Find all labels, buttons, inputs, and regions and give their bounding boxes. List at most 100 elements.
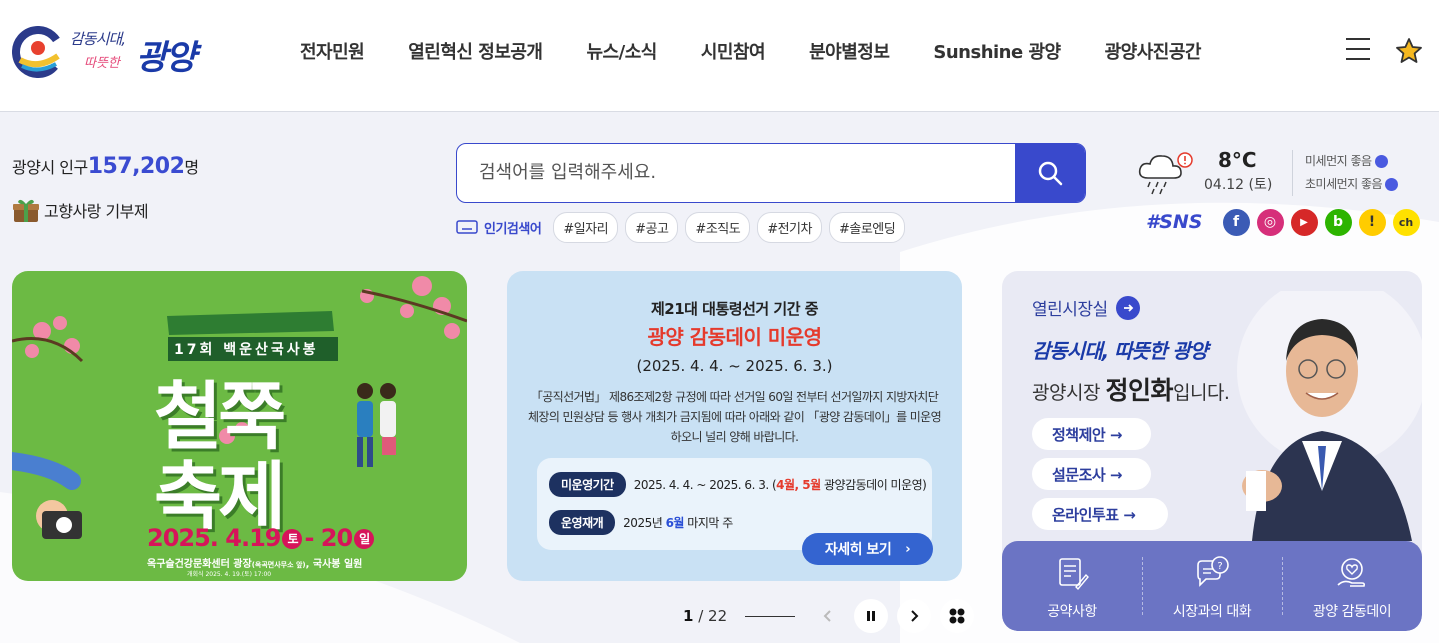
view-all-slides-button[interactable] <box>940 599 975 633</box>
search-box <box>456 143 1086 203</box>
heart-hand-icon <box>1337 558 1366 587</box>
smile-icon <box>1374 155 1388 168</box>
pledge-menu-label: 공약사항 <box>1047 604 1097 620</box>
notice-title-2: 광양 감동데이 미운영 <box>647 325 822 349</box>
svg-text:?: ? <box>1217 561 1222 572</box>
logo-city-name: 광양 <box>136 38 197 78</box>
nav-item-news[interactable]: 뉴스/소식 <box>565 38 679 68</box>
population-display: 광양시 인구157,202명 <box>12 154 199 179</box>
logo-slogan-1: 감동시대, <box>70 30 126 48</box>
chevron-right-icon <box>911 610 919 622</box>
instagram-icon[interactable]: ◎ <box>1256 208 1284 236</box>
population-unit: 명 <box>184 158 199 177</box>
festival-date-end: - 20 <box>304 524 353 552</box>
gift-box-icon <box>13 199 39 222</box>
festival-banner[interactable]: 17회 백운산국사봉 철쭉 축제 2025. 4.19 토 - 20 일 옥구슬건강문… <box>12 271 467 581</box>
notice-period-text: 2025. 4. 4. ~ 2025. 6. 3. (4월, 5월 광양감동데이… <box>633 477 927 492</box>
chevron-right-icon: › <box>905 541 911 557</box>
online-vote-button[interactable]: 온라인투표 → <box>1032 498 1168 530</box>
prev-slide-button[interactable] <box>811 599 845 633</box>
logo-mark-icon <box>12 26 64 78</box>
document-pen-icon <box>1059 558 1089 591</box>
mayor-photo <box>1237 291 1422 541</box>
slide-pager: 1 / 22 <box>683 598 983 634</box>
detail-button-label: 자세히 보기 <box>824 542 892 558</box>
festival-date: 2025. 4.19 토 - 20 일 <box>147 524 375 552</box>
blog-icon[interactable]: b <box>1324 208 1352 236</box>
kakaostory-icon[interactable]: ! <box>1358 208 1386 236</box>
smile-icon <box>1385 178 1399 191</box>
hamburger-icon[interactable] <box>1346 38 1370 62</box>
survey-button[interactable]: 설문조사 → <box>1032 458 1151 490</box>
mayor-dialogue-menu-item[interactable]: ? 시장과의 대화 <box>1142 541 1282 631</box>
policy-proposal-button[interactable]: 정책제안 → <box>1032 418 1151 450</box>
site-logo[interactable]: 감동시대, 따뜻한 광양 <box>12 22 212 82</box>
nav-item-photo[interactable]: 광양사진공간 <box>1083 38 1223 68</box>
search-icon <box>1038 161 1063 186</box>
festival-place-extra: , 국사봉 일원 <box>305 559 363 570</box>
keyword-tag[interactable]: #공고 <box>625 211 679 243</box>
mayor-slogan: 감동시대, 따뜻한 광양 <box>1032 339 1208 363</box>
hometown-donation-label: 고향사랑 기부제 <box>44 202 149 221</box>
detail-button[interactable]: 자세히 보기 › <box>802 533 933 565</box>
pager-progress-line <box>745 615 796 617</box>
site-header: 감동시대, 따뜻한 광양 전자민원 열린혁신 정보공개 뉴스/소식 시민참여 분… <box>0 0 1439 112</box>
nav-item-civil-service[interactable]: 전자민원 <box>278 38 386 68</box>
air-quality: 미세먼지 좋음 초미세먼지 좋음 <box>1292 150 1422 196</box>
notice-period: (2025. 4. 4. ~ 2025. 6. 3.) <box>636 357 833 375</box>
kakaochannel-icon[interactable]: ch <box>1392 208 1420 236</box>
mayor-greeting: 광양시장 정인화입니다. <box>1032 376 1230 405</box>
keyboard-icon <box>456 220 478 234</box>
festival-place: 옥구슬건강문화센터 광장(옥곡면사무소 앞), 국사봉 일원 <box>147 555 362 570</box>
keyword-tag[interactable]: #조직도 <box>685 211 751 243</box>
hometown-donation-link[interactable]: 고향사랑 기부제 <box>12 196 149 224</box>
notice-banner: 제21대 대통령선거 기간 중 광양 감동데이 미운영 (2025. 4. 4.… <box>507 271 962 581</box>
nav-item-open-info[interactable]: 열린혁신 정보공개 <box>386 38 564 68</box>
popular-keywords: 인기검색어 #일자리 #공고 #조직도 #전기차 #솔로엔딩 <box>456 211 912 243</box>
festival-place-sub: (옥곡면사무소 앞) <box>251 561 306 569</box>
festival-date-start: 2025. 4.19 <box>147 524 281 552</box>
weather-temperature: 8°C <box>1218 148 1257 172</box>
nav-item-participation[interactable]: 시민참여 <box>679 38 787 68</box>
mayor-dialogue-menu-label: 시장과의 대화 <box>1172 604 1252 620</box>
festival-opening: 개회식 2025. 4. 19.(토) 17:00 <box>187 571 272 578</box>
keyword-tag[interactable]: #일자리 <box>553 211 619 243</box>
rain-cloud-icon <box>1138 152 1193 195</box>
search-button[interactable] <box>1015 144 1085 202</box>
star-icon[interactable] <box>1394 36 1424 66</box>
notice-row-period: 미운영기간 2025. 4. 4. ~ 2025. 6. 3. (4월, 5월 … <box>549 471 927 497</box>
chat-question-icon: ? <box>1197 556 1229 587</box>
mayor-quick-menu: 공약사항 ? 시장과의 대화 광양 감동데이 <box>1002 541 1422 631</box>
slide-current: 1 <box>683 607 694 625</box>
weather-widget: 8°C 04.12 (토) 미세먼지 좋음 초미세먼지 좋음 <box>1136 146 1426 196</box>
facebook-icon[interactable]: f <box>1222 208 1250 236</box>
search-input[interactable] <box>457 144 1017 201</box>
ultra-fine-dust-status: 초미세먼지 좋음 <box>1305 177 1383 191</box>
nav-item-field-info[interactable]: 분야별정보 <box>787 38 911 68</box>
population-label: 광양시 인구 <box>12 158 88 177</box>
fine-dust-status: 미세먼지 좋음 <box>1305 154 1372 168</box>
festival-badge: 17회 백운산국사봉 <box>174 342 319 358</box>
next-slide-button[interactable] <box>897 599 932 633</box>
keyword-tag[interactable]: #솔로엔딩 <box>828 211 906 243</box>
weather-date: 04.12 (토) <box>1204 177 1273 193</box>
slide-total: 22 <box>708 607 728 625</box>
pledge-menu-item[interactable]: 공약사항 <box>1002 541 1142 631</box>
pause-icon <box>867 611 876 621</box>
mayor-name: 정인화 <box>1105 376 1173 405</box>
open-mayor-office-label: 열린시장실 <box>1032 300 1108 320</box>
slide-counter: 1 / 22 <box>683 607 728 625</box>
open-mayor-office-link[interactable]: 열린시장실 <box>1032 295 1140 320</box>
sns-label: #SNS <box>1146 211 1203 233</box>
mayor-office-card: 열린시장실 감동시대, 따뜻한 광양 광양시장 정인화입니다. 정책제안 → 설… <box>1002 271 1422 631</box>
youtube-icon[interactable]: ▶ <box>1290 208 1318 236</box>
notice-resume-text: 2025년 6월 마지막 주 <box>623 515 733 530</box>
population-value: 157,202 <box>87 154 185 179</box>
pause-slide-button[interactable] <box>854 599 889 633</box>
gamdong-day-menu-item[interactable]: 광양 감동데이 <box>1282 541 1422 631</box>
notice-row-resume: 운영재개 2025년 6월 마지막 주 <box>549 509 733 535</box>
nav-item-sunshine[interactable]: Sunshine 광양 <box>911 38 1082 68</box>
popular-keywords-label: 인기검색어 <box>484 221 542 237</box>
keyword-tag[interactable]: #전기차 <box>757 211 822 243</box>
festival-day-badge: 일 <box>354 529 375 549</box>
